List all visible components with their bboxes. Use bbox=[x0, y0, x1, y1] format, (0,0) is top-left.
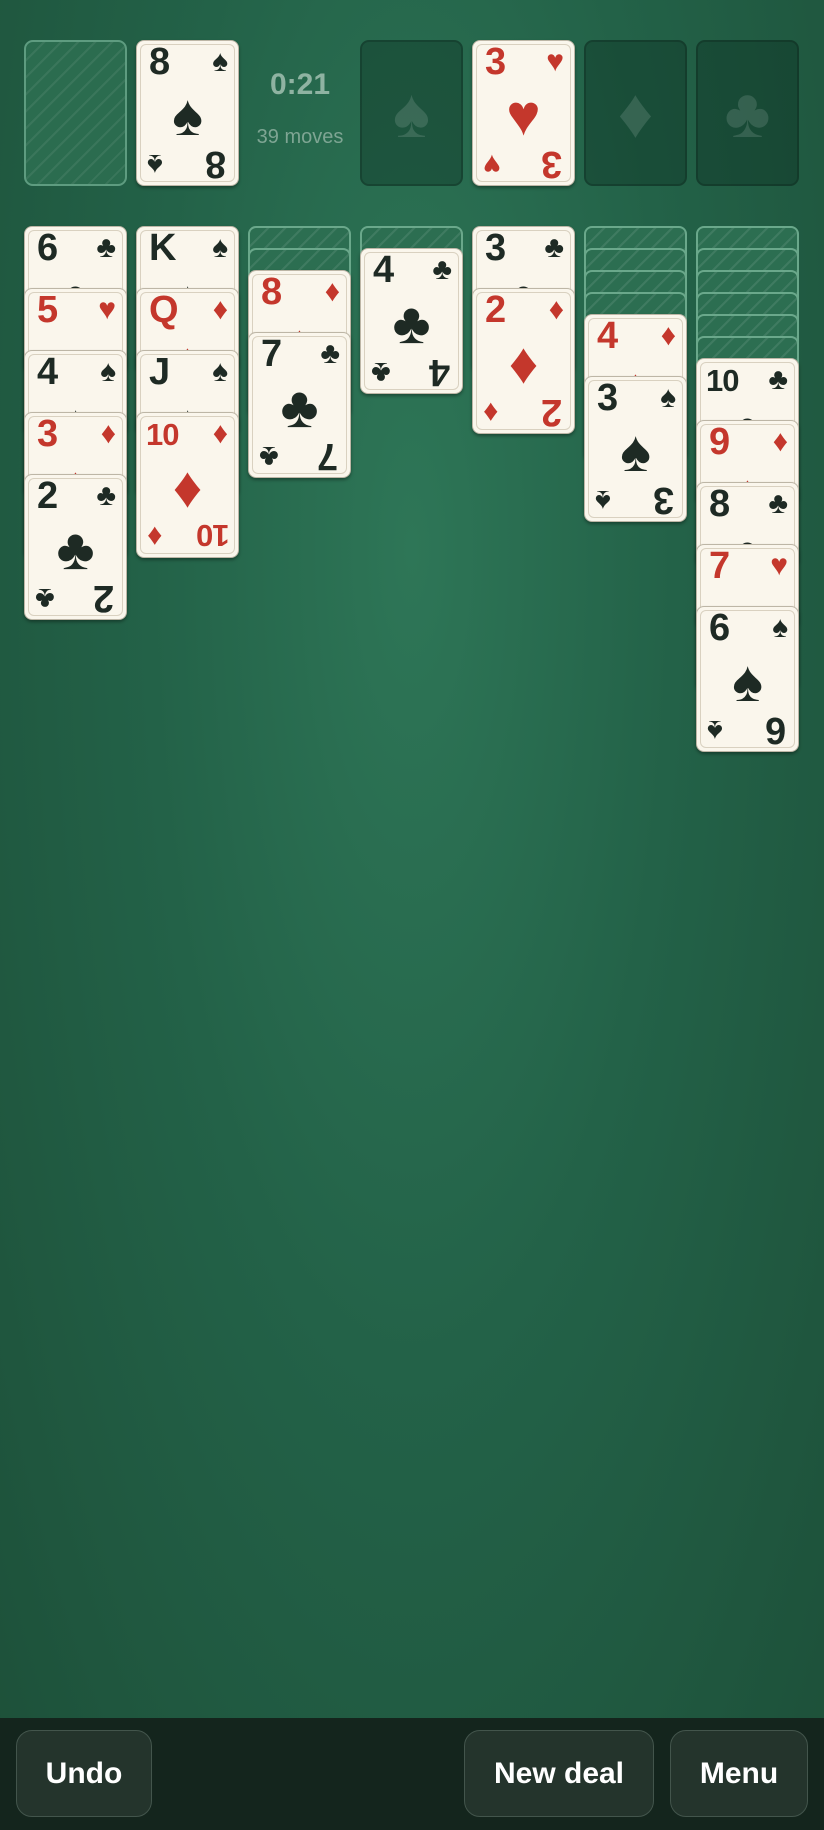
tableau-card-4-of-clubs[interactable]: 4 ♣ ♣ 4 ♣ bbox=[360, 248, 463, 394]
club-icon: ♣ bbox=[724, 74, 771, 152]
timer: 0:21 bbox=[269, 68, 331, 101]
card-rank: 8 bbox=[149, 41, 170, 83]
spade-icon: ♠ bbox=[392, 74, 431, 152]
card-rank-inverted: 8 bbox=[205, 143, 226, 185]
card-suit-icon: ♠ bbox=[212, 231, 228, 264]
card-rank: 4 bbox=[373, 249, 394, 291]
card-rank: 10 bbox=[146, 417, 179, 452]
diamond-icon: ♦ bbox=[617, 74, 654, 152]
card-center-pip-icon: ♥ bbox=[506, 83, 541, 148]
card-rank: 4 bbox=[37, 351, 58, 393]
card-rank-inverted: 3 bbox=[541, 143, 562, 185]
card-rank-inverted: 6 bbox=[765, 709, 786, 751]
card-suit-icon: ♦ bbox=[772, 425, 788, 458]
card-suit-inverted-icon: ♥ bbox=[483, 148, 501, 181]
card-suit-icon: ♣ bbox=[96, 231, 116, 264]
card-rank: 5 bbox=[37, 289, 58, 331]
card-rank-inverted: 10 bbox=[196, 518, 229, 553]
card-rank: J bbox=[149, 351, 170, 393]
foundation-clubs[interactable]: ♣ bbox=[696, 40, 799, 186]
card-rank: 3 bbox=[485, 227, 506, 269]
card-center-pip-icon: ♠ bbox=[732, 649, 763, 714]
card-rank: 9 bbox=[709, 421, 730, 463]
foundation-card-3-of-hearts[interactable]: 3 ♥ ♥ 3 ♥ bbox=[472, 40, 575, 186]
card-rank: 8 bbox=[709, 483, 730, 525]
card-suit-icon: ♠ bbox=[772, 611, 788, 644]
card-rank: 7 bbox=[261, 333, 282, 375]
waste-card-8-of-spades[interactable]: 8 ♠ ♠ 8 ♠ bbox=[136, 40, 239, 186]
card-center-pip-icon: ♣ bbox=[280, 375, 319, 440]
card-suit-inverted-icon: ♣ bbox=[35, 582, 55, 615]
tableau-card-2-of-clubs[interactable]: 2 ♣ ♣ 2 ♣ bbox=[24, 474, 127, 620]
card-rank: 3 bbox=[597, 377, 618, 419]
card-suit-inverted-icon: ♦ bbox=[147, 520, 163, 553]
card-rank: 10 bbox=[706, 363, 739, 398]
card-suit-inverted-icon: ♣ bbox=[259, 440, 279, 473]
card-suit-icon: ♣ bbox=[320, 337, 340, 370]
card-rank-inverted: 4 bbox=[429, 351, 450, 393]
card-suit-icon: ♣ bbox=[96, 479, 116, 512]
tableau-card-10-of-diamonds[interactable]: 10 ♦ ♦ 10 ♦ bbox=[136, 412, 239, 558]
stock-pile[interactable] bbox=[24, 40, 127, 186]
card-suit-icon: ♦ bbox=[212, 293, 228, 326]
card-center-pip-icon: ♣ bbox=[392, 291, 431, 356]
card-suit-icon: ♣ bbox=[768, 363, 788, 396]
move-counter: 39 moves bbox=[256, 126, 344, 148]
card-suit-icon: ♦ bbox=[548, 293, 564, 326]
card-suit-inverted-icon: ♦ bbox=[483, 396, 499, 429]
tableau-card-3-of-spades[interactable]: 3 ♠ ♠ 3 ♠ bbox=[584, 376, 687, 522]
card-rank: 3 bbox=[485, 41, 506, 83]
card-suit-icon: ♥ bbox=[546, 45, 564, 78]
card-center-pip-icon: ♠ bbox=[620, 419, 651, 484]
card-center-pip-icon: ♦ bbox=[172, 455, 203, 520]
card-suit-inverted-icon: ♠ bbox=[707, 714, 723, 747]
card-suit-icon: ♣ bbox=[544, 231, 564, 264]
card-rank: 2 bbox=[485, 289, 506, 331]
card-suit-inverted-icon: ♠ bbox=[147, 148, 163, 181]
undo-button[interactable]: Undo bbox=[16, 1730, 152, 1817]
card-suit-icon: ♠ bbox=[212, 355, 228, 388]
card-suit-icon: ♦ bbox=[212, 417, 228, 450]
card-suit-icon: ♠ bbox=[212, 45, 228, 78]
card-center-pip-icon: ♦ bbox=[508, 331, 539, 396]
card-rank: 6 bbox=[37, 227, 58, 269]
card-suit-icon: ♠ bbox=[660, 381, 676, 414]
card-suit-icon: ♥ bbox=[98, 293, 116, 326]
new-deal-button[interactable]: New deal bbox=[464, 1730, 654, 1817]
card-rank: 8 bbox=[261, 271, 282, 313]
card-suit-icon: ♦ bbox=[660, 319, 676, 352]
card-rank: 4 bbox=[597, 315, 618, 357]
card-center-pip-icon: ♣ bbox=[56, 517, 95, 582]
card-rank-inverted: 3 bbox=[653, 479, 674, 521]
card-suit-icon: ♦ bbox=[100, 417, 116, 450]
tableau-card-7-of-clubs[interactable]: 7 ♣ ♣ 7 ♣ bbox=[248, 332, 351, 478]
card-suit-icon: ♥ bbox=[770, 549, 788, 582]
card-rank: K bbox=[149, 227, 176, 269]
menu-button[interactable]: Menu bbox=[670, 1730, 808, 1817]
card-rank-inverted: 7 bbox=[317, 435, 338, 477]
foundation-spades[interactable]: ♠ bbox=[360, 40, 463, 186]
card-rank: 7 bbox=[709, 545, 730, 587]
card-suit-icon: ♠ bbox=[100, 355, 116, 388]
card-center-pip-icon: ♠ bbox=[172, 83, 203, 148]
foundation-diamonds[interactable]: ♦ bbox=[584, 40, 687, 186]
tableau-card-6-of-spades[interactable]: 6 ♠ ♠ 6 ♠ bbox=[696, 606, 799, 752]
card-rank: 6 bbox=[709, 607, 730, 649]
card-rank: Q bbox=[149, 289, 179, 331]
card-suit-inverted-icon: ♠ bbox=[595, 484, 611, 517]
card-rank: 2 bbox=[37, 475, 58, 517]
card-rank-inverted: 2 bbox=[93, 577, 114, 619]
card-rank-inverted: 2 bbox=[541, 391, 562, 433]
card-suit-icon: ♣ bbox=[768, 487, 788, 520]
card-rank: 3 bbox=[37, 413, 58, 455]
card-suit-icon: ♦ bbox=[324, 275, 340, 308]
tableau-card-2-of-diamonds[interactable]: 2 ♦ ♦ 2 ♦ bbox=[472, 288, 575, 434]
card-suit-icon: ♣ bbox=[432, 253, 452, 286]
card-suit-inverted-icon: ♣ bbox=[371, 356, 391, 389]
